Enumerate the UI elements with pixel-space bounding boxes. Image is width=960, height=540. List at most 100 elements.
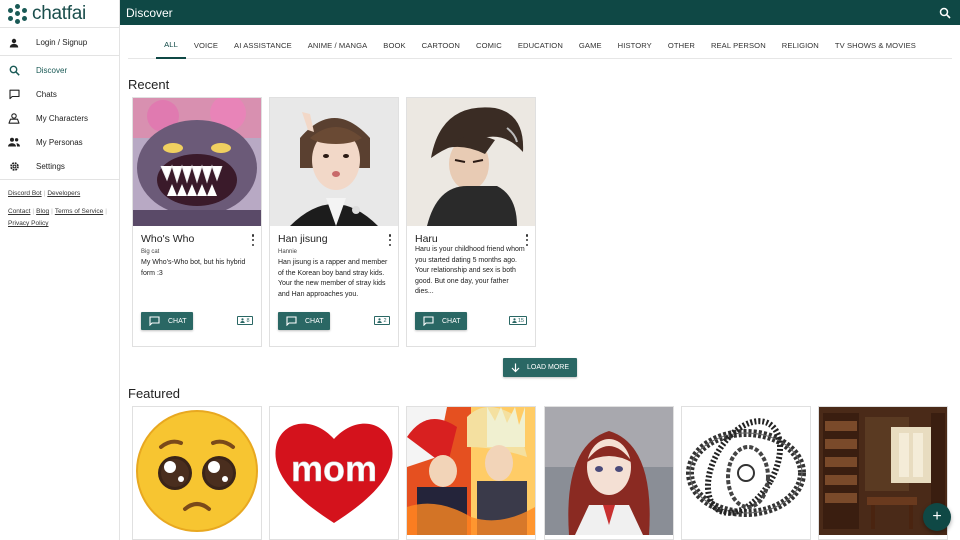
featured-card[interactable] <box>544 406 674 540</box>
user-count: 2 <box>383 317 387 324</box>
sidebar-item-label: Settings <box>36 161 65 171</box>
person-icon <box>8 37 20 49</box>
character-name: Han jisung <box>278 233 328 245</box>
character-description: My Who's-Who bot, but his hybrid form :3 <box>141 259 246 277</box>
tab-book[interactable]: BOOK <box>375 33 413 59</box>
tab-all[interactable]: ALL <box>156 33 186 59</box>
sidebar-item-label: My Personas <box>36 137 83 147</box>
login-signup-label: Login / Signup <box>36 38 88 47</box>
sidebar-item-label: Discover <box>36 65 68 75</box>
chat-icon <box>423 316 434 326</box>
user-count-badge: 15 <box>508 316 527 325</box>
featured-card[interactable]: mom <box>269 406 399 540</box>
contact-link[interactable]: Contact <box>8 208 30 215</box>
gear-icon <box>8 160 20 172</box>
sidebar-item-label: My Characters <box>36 113 89 123</box>
character-image <box>407 98 535 226</box>
character-card[interactable]: Who's Who Big cat My Who's-Who bot, but … <box>132 97 262 347</box>
user-count-badge: 2 <box>374 316 390 325</box>
mom-text: mom <box>291 448 377 489</box>
tab-anime-manga[interactable]: ANIME / MANGA <box>300 33 376 59</box>
more-options-icon[interactable] <box>251 234 255 246</box>
nav-group: Discover Chats My Characters My Personas… <box>0 58 119 180</box>
anime-girl-image <box>545 407 673 535</box>
featured-card[interactable] <box>406 406 536 540</box>
tab-real-person[interactable]: REAL PERSON <box>703 33 774 59</box>
logo-text: chatfai <box>32 2 86 24</box>
people-icon <box>8 136 20 148</box>
character-image <box>270 98 398 226</box>
sidebar-item-settings[interactable]: Settings <box>0 154 119 178</box>
ornate-ring-image <box>682 407 810 535</box>
character-subtitle: Big cat <box>141 249 160 255</box>
recent-heading: Recent <box>128 77 170 92</box>
chatfai-logo-icon <box>8 3 28 24</box>
developers-link[interactable]: Developers <box>47 190 80 197</box>
terms-link[interactable]: Terms of Service <box>55 208 103 215</box>
privacy-policy-link[interactable]: Privacy Policy <box>8 220 48 227</box>
character-name: Who's Who <box>141 233 195 245</box>
logo[interactable]: chatfai <box>0 0 119 28</box>
category-tabs: ALL VOICE AI ASSISTANCE ANIME / MANGA BOOK CA… <box>128 25 952 59</box>
search-icon[interactable] <box>938 6 952 20</box>
sidebar-item-discover[interactable]: Discover <box>0 58 119 82</box>
chat-label: CHAT <box>305 317 324 325</box>
tab-game[interactable]: GAME <box>571 33 610 59</box>
tab-education[interactable]: EDUCATION <box>510 33 571 59</box>
chat-button[interactable]: CHAT <box>415 312 467 330</box>
tab-cartoon[interactable]: CARTOON <box>414 33 468 59</box>
chat-label: CHAT <box>168 317 187 325</box>
character-description: Han jisung is a rapper and member of the… <box>278 259 388 298</box>
featured-card[interactable] <box>132 406 262 540</box>
arrow-down-icon <box>511 363 520 372</box>
tab-comic[interactable]: COMIC <box>468 33 510 59</box>
tab-voice[interactable]: VOICE <box>186 33 226 59</box>
search-icon <box>8 64 20 76</box>
sidebar-item-my-personas[interactable]: My Personas <box>0 130 119 154</box>
footer-row: Privacy Policy <box>8 218 111 230</box>
load-more-button[interactable]: LOAD MORE <box>503 358 577 377</box>
sidebar-item-chats[interactable]: Chats <box>0 82 119 106</box>
footer-row: Contact | Blog | Terms of Service | <box>8 208 107 215</box>
chat-button[interactable]: CHAT <box>278 312 330 330</box>
featured-heading: Featured <box>128 386 181 401</box>
character-card[interactable]: Haru Haru is your childhood friend whom … <box>406 97 536 347</box>
character-description: Haru is your childhood friend whom you s… <box>415 246 525 296</box>
blog-link[interactable]: Blog <box>36 208 49 215</box>
person-icon <box>240 318 246 323</box>
featured-card[interactable] <box>681 406 811 540</box>
chat-icon <box>286 316 297 326</box>
user-count: 8 <box>246 317 250 324</box>
add-character-fab[interactable]: + <box>923 503 951 531</box>
user-count: 15 <box>517 317 524 324</box>
footer-links: Discord Bot | Developers Contact | Blog | Term… <box>0 180 119 230</box>
plus-icon: + <box>932 508 942 525</box>
chat-button[interactable]: CHAT <box>141 312 193 330</box>
more-options-icon[interactable] <box>388 234 392 246</box>
characters-icon <box>8 112 20 124</box>
pleading-face-image <box>133 407 261 535</box>
tab-other[interactable]: OTHER <box>660 33 703 59</box>
mom-heart-image: mom <box>270 407 398 535</box>
tab-tv-shows-movies[interactable]: TV SHOWS & MOVIES <box>827 33 924 59</box>
discord-bot-link[interactable]: Discord Bot <box>8 190 42 197</box>
sidebar-item-my-characters[interactable]: My Characters <box>0 106 119 130</box>
character-subtitle: Hannie <box>278 249 298 255</box>
chat-icon <box>149 316 160 326</box>
anime-group-image <box>407 407 535 535</box>
user-count-badge: 8 <box>237 316 253 325</box>
load-more-label: LOAD MORE <box>526 364 569 371</box>
person-icon <box>377 318 383 323</box>
top-app-bar: Discover <box>120 0 960 25</box>
tab-ai-assistance[interactable]: AI ASSISTANCE <box>226 33 300 59</box>
person-icon <box>512 318 517 323</box>
character-name: Haru <box>415 233 438 245</box>
chat-label: CHAT <box>442 317 461 325</box>
tab-history[interactable]: HISTORY <box>610 33 660 59</box>
character-card[interactable]: Han jisung Hannie Han jisung is a rapper… <box>269 97 399 347</box>
page-title: Discover <box>126 5 173 20</box>
tab-religion[interactable]: RELIGION <box>774 33 827 59</box>
footer-row: Discord Bot | Developers <box>8 190 81 197</box>
chat-bubble-icon <box>8 88 20 100</box>
login-signup-link[interactable]: Login / Signup <box>0 30 119 56</box>
